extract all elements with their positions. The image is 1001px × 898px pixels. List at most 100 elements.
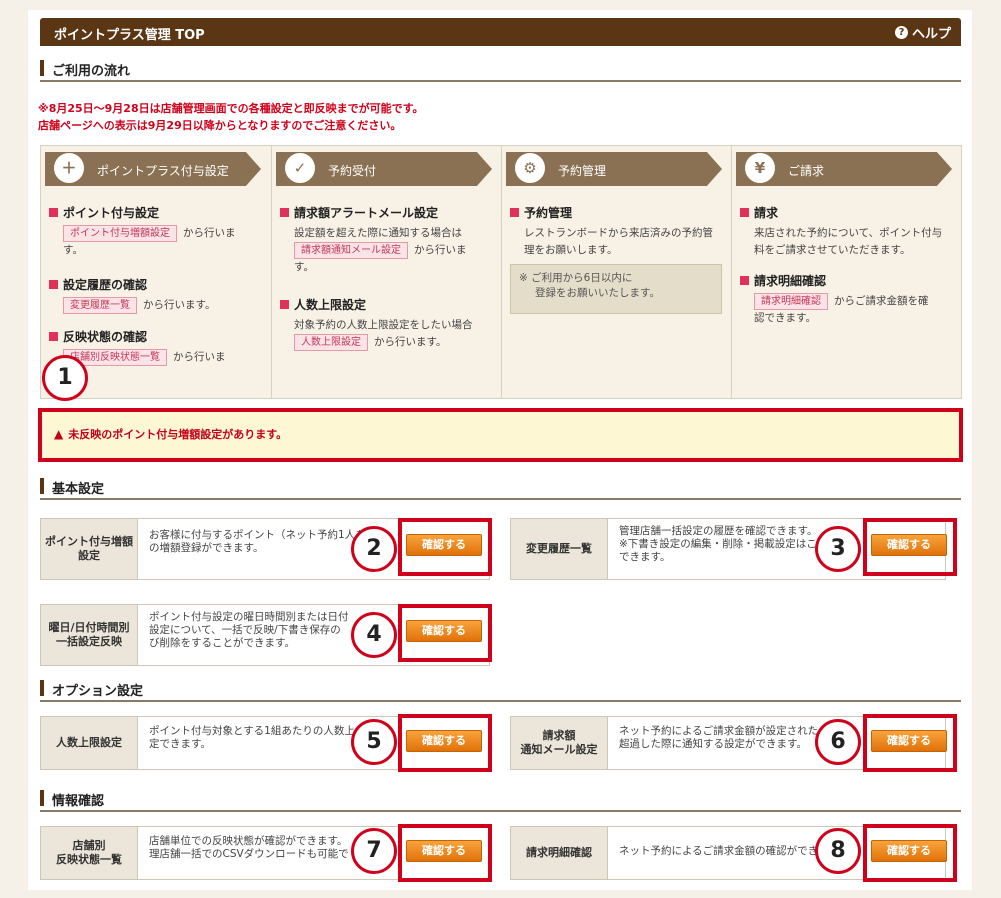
highlight-box: 確認する <box>398 824 492 882</box>
desc-line: 定できます。 <box>149 738 211 750</box>
desc-line: できます。 <box>619 551 671 563</box>
desc-line: 設定について、一括で反映/下書き保存の <box>149 624 341 636</box>
highlight-box: 確認する <box>398 518 492 576</box>
flow-item: 予約管理 レストランボードから来店済みの予約管 理をお願いします。 <box>510 204 725 259</box>
item-heading: 反映状態の確認 <box>49 328 264 345</box>
item-heading: 請求明細確認 <box>740 272 955 289</box>
change-history-link[interactable]: 変更履歴一覧 <box>63 297 137 314</box>
item-text: から行います。 <box>143 299 216 311</box>
confirm-button[interactable]: 確認する <box>406 730 482 752</box>
item-heading-text: ポイント付与設定 <box>63 206 160 220</box>
item-text: 設定額を超えた際に通知する場合は <box>294 227 462 239</box>
confirm-button[interactable]: 確認する <box>406 620 482 642</box>
section-basic: 基本設定 <box>40 476 961 500</box>
title-bar: ポイントプラス管理 TOP ? ヘルプ <box>40 18 961 46</box>
desc-line: 店舗単位での反映状態が確認ができます。 <box>149 835 348 847</box>
desc-line: の増額登録ができます。 <box>149 542 264 554</box>
label-line: 変更履歴一覧 <box>526 542 592 555</box>
section-title: 情報確認 <box>52 794 105 809</box>
notice-line: 店舗ページへの表示は9月29日以降からとなりますのでご注意ください。 <box>38 119 402 132</box>
marker-2: 2 <box>351 526 397 572</box>
label-line: 通知メール設定 <box>520 743 598 756</box>
alert-message: ▲ 未反映のポイント付与増額設定があります。 <box>54 426 287 442</box>
section-option: オプション設定 <box>40 678 961 702</box>
card-desc: ポイント付与設定の曜日時間別または日付 設定について、一括で反映/下書き保存の び削… <box>149 611 379 650</box>
item-text: から行います。 <box>374 336 447 348</box>
desc-line: 超過した際に通知する設定ができます。 <box>619 738 807 750</box>
confirm-button[interactable]: 確認する <box>871 730 947 752</box>
confirm-button[interactable]: 確認する <box>871 534 947 556</box>
highlight-box: 確認する <box>863 518 957 576</box>
desc-line: 理店舗一括でのCSVダウンロードも可能で <box>149 848 349 860</box>
warning-icon: ▲ <box>54 427 64 441</box>
item-text: 来店された予約について、ポイント付与 <box>754 227 943 239</box>
point-increase-link[interactable]: ポイント付与増額設定 <box>63 225 177 242</box>
help-icon: ? <box>894 26 908 39</box>
note-text: 登録をお願いいたします。 <box>535 287 660 299</box>
item-text: す。 <box>63 244 83 256</box>
step-title: 予約管理 <box>558 164 607 178</box>
desc-line: ポイント付与対象とする1組あたりの人数上 <box>149 725 355 737</box>
coin-plus-icon: ＋ <box>51 152 87 186</box>
step-billing: ¥ ご請求 請求 来店された予約について、ポイント付与 料をご請求させていただきます… <box>731 146 962 398</box>
item-body: ポイント付与増額設定 から行います。 <box>63 225 264 259</box>
help-link[interactable]: ? ヘルプ <box>894 23 951 42</box>
calendar-gear-icon: ⚙ <box>512 152 548 186</box>
card-label: 請求額 通知メール設定 <box>511 717 608 769</box>
headcount-limit-link[interactable]: 人数上限設定 <box>294 334 368 351</box>
section-info: 情報確認 <box>40 788 961 812</box>
flow-item: ポイント付与設定 ポイント付与増額設定 から行います。 <box>49 204 264 259</box>
item-heading: ポイント付与設定 <box>49 204 264 221</box>
highlight-box: 確認する <box>863 714 957 772</box>
card-desc: 店舗単位での反映状態が確認ができます。 理店舗一括でのCSVダウンロードも可能で <box>149 835 379 861</box>
section-title: ご利用の流れ <box>52 64 131 79</box>
bullet-icon <box>280 208 289 217</box>
item-text: 認できます。 <box>754 312 816 324</box>
item-heading-text: 人数上限設定 <box>294 298 367 312</box>
desc-line: ネット予約によるご請求金額の確認ができ <box>619 845 819 857</box>
item-text: から行いま <box>414 244 467 256</box>
item-text: から行いま <box>183 227 236 239</box>
marker-4: 4 <box>351 612 397 658</box>
label-line: 設定 <box>78 549 100 562</box>
bullet-icon <box>740 208 749 217</box>
bullet-icon <box>740 276 749 285</box>
confirm-button[interactable]: 確認する <box>406 534 482 556</box>
billing-mail-link[interactable]: 請求額通知メール設定 <box>294 242 408 259</box>
billing-detail-link[interactable]: 請求明細確認 <box>754 293 828 310</box>
help-label: ヘルプ <box>911 27 951 42</box>
desc-line: 管理店舗一括設定の履歴を確認できます。 <box>619 525 818 537</box>
desc-line: ネット予約によるご請求金額が設定された <box>619 725 819 737</box>
label-line: 曜日/日付時間別 <box>48 621 130 634</box>
label-line: 一括設定反映 <box>56 635 122 648</box>
highlight-box: 確認する <box>398 604 492 662</box>
note-text: ※ ご利用から6日以内に <box>519 272 633 284</box>
card-label: 請求明細確認 <box>511 827 608 879</box>
card-label: ポイント付与増額 設定 <box>41 519 138 579</box>
step-header: ⚙ 予約管理 <box>506 152 722 186</box>
notice: ※8月25日～9月28日は店舗管理画面での各種設定と即反映までが可能です。 店舗… <box>38 100 424 134</box>
highlight-box: 確認する <box>398 714 492 772</box>
step-title: ご請求 <box>788 164 825 178</box>
item-heading-text: 請求額アラートメール設定 <box>294 206 439 220</box>
item-heading-text: 設定履歴の確認 <box>63 278 148 292</box>
section-bar <box>40 790 44 806</box>
flow-item: 請求額アラートメール設定 設定額を超えた際に通知する場合は請求額通知メール設定か… <box>280 204 495 276</box>
item-heading: 請求 <box>740 204 955 221</box>
section-bar <box>40 478 44 494</box>
item-body: 対象予約の人数上限設定をしたい場合 人数上限設定 から行います。 <box>294 317 495 351</box>
confirm-button[interactable]: 確認する <box>871 840 947 862</box>
notice-line: ※8月25日～9月28日は店舗管理画面での各種設定と即反映までが可能です。 <box>38 102 424 115</box>
confirm-button[interactable]: 確認する <box>406 840 482 862</box>
bullet-icon <box>280 300 289 309</box>
section-flow: ご利用の流れ <box>40 58 961 82</box>
step-title: ポイントプラス付与設定 <box>97 164 229 178</box>
yen-hand-icon: ¥ <box>742 152 778 186</box>
card-label: 店舗別 反映状態一覧 <box>41 827 138 879</box>
section-bar <box>40 680 44 696</box>
bullet-icon <box>49 332 58 341</box>
item-text: から行いま <box>173 351 226 363</box>
item-heading: 設定履歴の確認 <box>49 276 264 293</box>
desc-line: お客様に付与するポイント（ネット予約1人あ <box>149 529 366 541</box>
item-text: レストランボードから来店済みの予約管 <box>524 227 713 239</box>
